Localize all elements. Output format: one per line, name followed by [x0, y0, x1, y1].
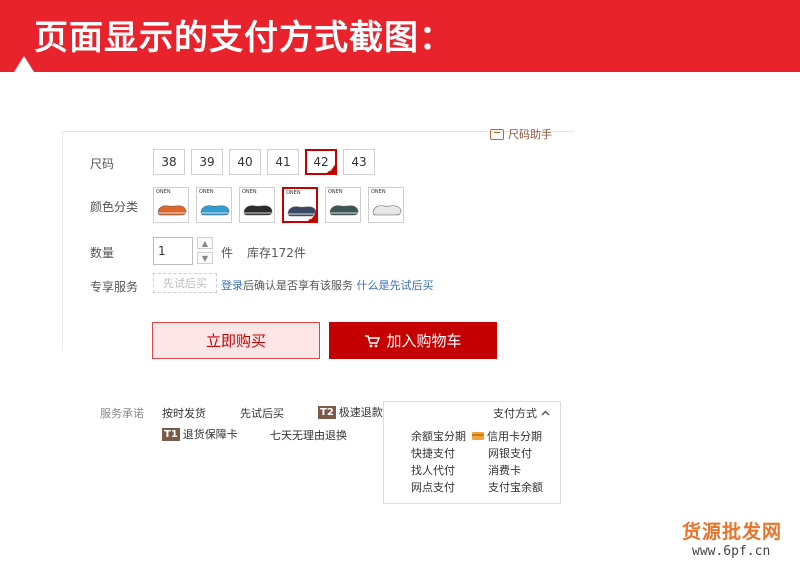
buy-now-label: 立即购买 — [205, 332, 266, 350]
shoe-image — [157, 205, 187, 216]
size-option-label: 39 — [199, 155, 215, 169]
size-helper-label: 尺码助手 — [508, 128, 552, 141]
chevron-up-icon: ▲ — [201, 238, 209, 248]
checkmark-icon: ✓ — [328, 165, 335, 174]
size-option-label: 38 — [161, 155, 177, 169]
payment-method: 支付宝余额 — [488, 481, 543, 494]
color-swatch-dark-teal[interactable]: ONEN — [325, 187, 361, 223]
size-option-42[interactable]: 42 ✓ — [305, 149, 337, 175]
add-to-cart-button[interactable]: 加入购物车 — [329, 322, 497, 359]
header-banner: 页面显示的支付方式截图： — [0, 0, 800, 72]
service-description: 后确认是否享有该服务 — [243, 279, 353, 292]
what-is-try-first-link[interactable]: 什么是先试后买 — [357, 279, 434, 292]
payment-method-credit-card: 信用卡分期 — [472, 428, 542, 444]
promise-text: 退货保障卡 — [182, 428, 238, 441]
t1-badge-icon: T1 — [162, 427, 180, 441]
promise-item[interactable]: 按时发货 — [162, 405, 206, 421]
service-info: 登录后确认是否享有该服务 什么是先试后买 — [221, 277, 434, 293]
promise-item[interactable]: 先试后买 — [240, 405, 284, 421]
t2-badge-icon: T2 — [318, 405, 336, 419]
size-option-39[interactable]: 39 — [191, 149, 223, 175]
service-label: 专享服务 — [90, 280, 139, 294]
size-option-label: 41 — [275, 155, 291, 169]
quantity-increase-button[interactable]: ▲ — [197, 237, 213, 249]
try-first-button[interactable]: 先试后买 — [153, 273, 217, 293]
banner-title: 页面显示的支付方式截图： — [34, 18, 454, 58]
add-to-cart-label: 加入购物车 — [386, 332, 462, 350]
shoe-image — [200, 205, 230, 216]
quantity-input[interactable]: 1 — [153, 237, 193, 265]
payment-method-label: 信用卡分期 — [487, 430, 542, 443]
color-label: 颜色分类 — [90, 200, 139, 214]
promise-item[interactable]: 七天无理由退换 — [270, 427, 347, 443]
promise-label: 服务承诺 — [100, 407, 144, 420]
payment-method: 快捷支付 — [411, 447, 455, 460]
payment-method: 找人代付 — [411, 464, 455, 477]
color-swatch-orange[interactable]: ONEN — [153, 187, 189, 223]
size-option-label: 40 — [237, 155, 253, 169]
brand-tag: ONEN — [286, 190, 301, 196]
stock-count: 库存172件 — [247, 246, 306, 260]
size-option-label: 43 — [351, 155, 367, 169]
watermark-site-name: 货源批发网 — [682, 521, 783, 543]
brand-tag: ONEN — [371, 189, 386, 195]
color-swatch-black[interactable]: ONEN — [239, 187, 275, 223]
payment-method: 余额宝分期 — [411, 430, 466, 443]
color-swatch-navy[interactable]: ONEN ✓ — [282, 187, 318, 223]
color-swatch-light-blue[interactable]: ONEN — [196, 187, 232, 223]
payment-method: 网点支付 — [411, 481, 455, 494]
shoe-image — [243, 205, 273, 216]
promise-item-return-card[interactable]: T1 退货保障卡 — [162, 426, 238, 442]
banner-notch — [14, 56, 34, 72]
checkmark-icon: ✓ — [309, 213, 316, 222]
buy-now-button[interactable]: 立即购买 — [152, 322, 320, 359]
size-option-40[interactable]: 40 — [229, 149, 261, 175]
shoe-image — [329, 205, 359, 216]
panel-border — [62, 131, 63, 351]
payment-method: 消费卡 — [488, 464, 521, 477]
shoe-image — [372, 205, 402, 216]
promise-item-fast-refund[interactable]: T2 极速退款 — [318, 404, 383, 420]
chevron-up-icon — [541, 410, 550, 416]
quantity-label: 数量 — [90, 246, 115, 260]
brand-tag: ONEN — [328, 189, 343, 195]
color-swatch-white[interactable]: ONEN — [368, 187, 404, 223]
size-option-43[interactable]: 43 — [343, 149, 375, 175]
size-option-38[interactable]: 38 — [153, 149, 185, 175]
brand-tag: ONEN — [156, 189, 171, 195]
credit-card-icon — [472, 432, 484, 440]
chevron-down-icon: ▼ — [201, 253, 209, 263]
login-link[interactable]: 登录 — [221, 279, 243, 292]
quantity-decrease-button[interactable]: ▼ — [197, 252, 213, 264]
quantity-unit: 件 — [221, 246, 234, 260]
size-option-41[interactable]: 41 — [267, 149, 299, 175]
watermark-url: www.6pf.cn — [692, 544, 771, 559]
promise-text: 极速退款 — [338, 406, 383, 419]
cart-icon — [365, 334, 381, 347]
size-label: 尺码 — [90, 157, 115, 171]
brand-tag: ONEN — [199, 189, 214, 195]
payment-method: 网银支付 — [488, 447, 532, 460]
payment-methods-toggle[interactable]: 支付方式 — [493, 405, 550, 421]
brand-tag: ONEN — [242, 189, 257, 195]
ruler-icon — [490, 128, 504, 140]
payment-header: 支付方式 — [493, 407, 537, 420]
payment-methods-panel: 支付方式 余额宝分期 信用卡分期 快捷支付 网银支付 找人代付 消费卡 网点支付… — [383, 401, 561, 504]
size-helper-link[interactable]: 尺码助手 — [490, 127, 552, 141]
